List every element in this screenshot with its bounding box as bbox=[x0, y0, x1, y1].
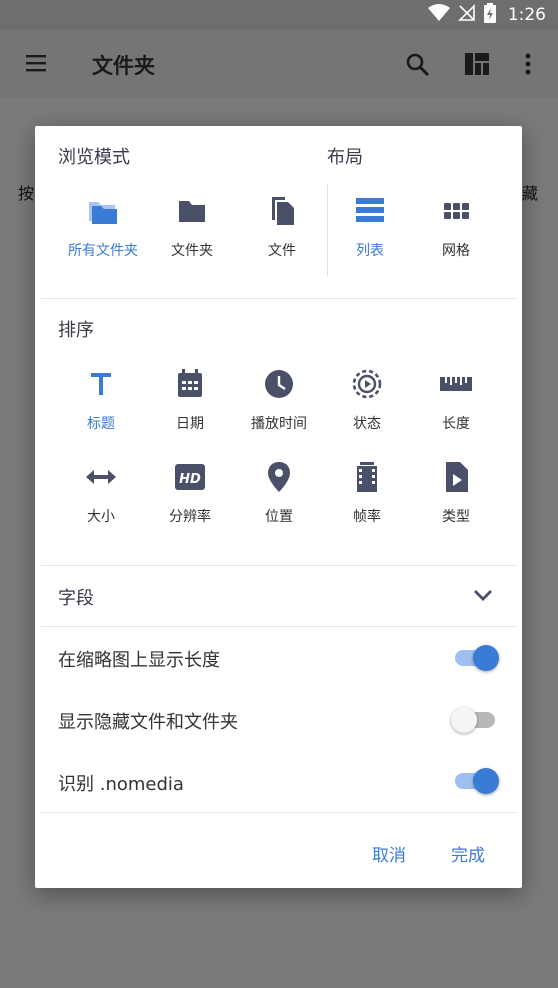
search-icon[interactable] bbox=[405, 52, 431, 82]
option-label: 类型 bbox=[442, 509, 470, 525]
fields-expander[interactable]: 字段 bbox=[35, 566, 522, 626]
divider bbox=[41, 812, 517, 813]
browse-folder-option[interactable]: 文件夹 bbox=[147, 194, 237, 260]
divider bbox=[41, 298, 517, 299]
sort-title: 排序 bbox=[58, 320, 94, 341]
grid-icon bbox=[411, 194, 501, 228]
layout-grid-option[interactable]: 网格 bbox=[411, 194, 501, 260]
option-label: 播放时间 bbox=[251, 416, 307, 432]
view-settings-dialog: 浏览模式 布局 所有文件夹 文件夹 文件 列表 网格 排序 标题 日期 播放时间… bbox=[35, 126, 522, 888]
menu-icon[interactable] bbox=[24, 52, 48, 78]
status-bar: 1:26 bbox=[0, 0, 558, 30]
option-label: 帧率 bbox=[353, 509, 381, 525]
show-hidden-toggle[interactable] bbox=[451, 707, 499, 733]
battery-icon bbox=[483, 3, 496, 27]
fields-title: 字段 bbox=[58, 588, 94, 609]
sort-type-option[interactable]: 类型 bbox=[411, 460, 501, 526]
page-title: 文件夹 bbox=[92, 54, 155, 78]
toggle-label: 识别 .nomedia bbox=[58, 774, 184, 795]
sort-location-option[interactable]: 位置 bbox=[234, 460, 324, 526]
option-label: 文件 bbox=[268, 243, 296, 259]
status-icon bbox=[322, 367, 412, 401]
sort-date-option[interactable]: 日期 bbox=[145, 367, 235, 433]
sort-length-option[interactable]: 长度 bbox=[411, 367, 501, 433]
browse-mode-title: 浏览模式 bbox=[58, 147, 130, 168]
layout-list-option[interactable]: 列表 bbox=[325, 194, 415, 260]
more-options-icon[interactable] bbox=[523, 52, 533, 80]
chevron-down-icon bbox=[472, 586, 494, 608]
sort-title-option[interactable]: 标题 bbox=[56, 367, 146, 433]
wifi-icon bbox=[427, 4, 450, 26]
layout-title: 布局 bbox=[327, 147, 363, 168]
toggle-thumb bbox=[473, 768, 499, 794]
option-label: 网格 bbox=[442, 243, 470, 259]
status-time: 1:26 bbox=[507, 5, 546, 25]
toggle-label: 显示隐藏文件和文件夹 bbox=[58, 712, 238, 733]
option-label: 列表 bbox=[356, 243, 384, 259]
cancel-button[interactable]: 取消 bbox=[372, 841, 406, 866]
option-label: 所有文件夹 bbox=[68, 243, 138, 259]
layout-icon[interactable] bbox=[464, 52, 490, 80]
title-icon bbox=[56, 367, 146, 401]
option-label: 文件夹 bbox=[171, 243, 213, 259]
svg-text:HD: HD bbox=[179, 472, 201, 487]
divider bbox=[41, 626, 517, 627]
option-label: 分辨率 bbox=[169, 509, 211, 525]
toggle-thumb bbox=[473, 645, 499, 671]
option-label: 状态 bbox=[353, 416, 381, 432]
option-label: 位置 bbox=[265, 509, 293, 525]
sort-size-option[interactable]: 大小 bbox=[56, 460, 146, 526]
option-label: 大小 bbox=[87, 509, 115, 525]
recognize-nomedia-toggle[interactable] bbox=[453, 768, 499, 794]
show-length-toggle[interactable] bbox=[453, 645, 499, 671]
option-label: 标题 bbox=[87, 416, 115, 432]
ruler-icon bbox=[411, 367, 501, 401]
browse-all-folders-option[interactable]: 所有文件夹 bbox=[58, 194, 148, 260]
background-text-left: 按 bbox=[18, 184, 35, 203]
sort-resolution-option[interactable]: HD 分辨率 bbox=[145, 460, 235, 526]
sort-status-option[interactable]: 状态 bbox=[322, 367, 412, 433]
toggle-thumb bbox=[451, 707, 477, 733]
sort-frame-rate-option[interactable]: 帧率 bbox=[322, 460, 412, 526]
app-bar: 文件夹 bbox=[0, 30, 558, 98]
toggle-label: 在缩略图上显示长度 bbox=[58, 650, 220, 671]
list-icon bbox=[325, 194, 415, 228]
background-text-right: 藏 bbox=[522, 184, 539, 203]
done-button[interactable]: 完成 bbox=[451, 841, 485, 866]
option-label: 长度 bbox=[442, 416, 470, 432]
hd-icon: HD bbox=[145, 460, 235, 494]
files-icon bbox=[237, 194, 327, 228]
clock-icon bbox=[234, 367, 324, 401]
size-icon bbox=[56, 460, 146, 494]
no-signal-icon bbox=[457, 4, 476, 26]
option-label: 日期 bbox=[176, 416, 204, 432]
film-icon bbox=[322, 460, 412, 494]
sort-play-time-option[interactable]: 播放时间 bbox=[234, 367, 324, 433]
file-type-icon bbox=[411, 460, 501, 494]
location-icon bbox=[234, 460, 324, 494]
folder-icon bbox=[147, 194, 237, 228]
all-folders-icon bbox=[58, 194, 148, 228]
calendar-icon bbox=[145, 367, 235, 401]
browse-files-option[interactable]: 文件 bbox=[237, 194, 327, 260]
